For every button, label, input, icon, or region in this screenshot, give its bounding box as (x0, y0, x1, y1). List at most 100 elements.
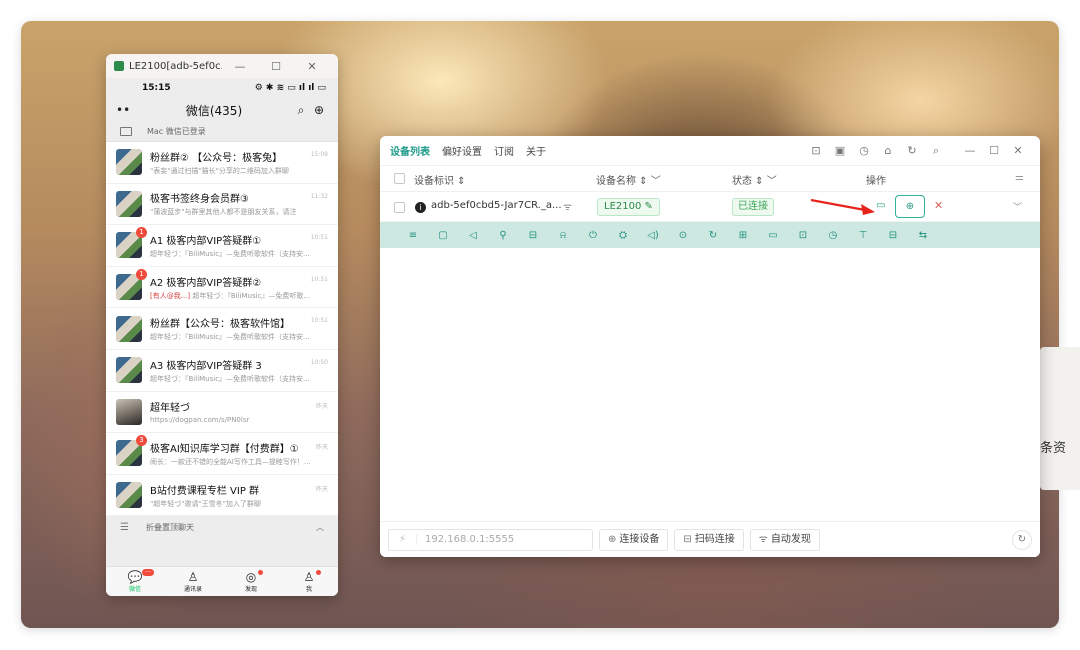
background-card: 条资 (1040, 347, 1080, 490)
row-checkbox[interactable] (394, 202, 405, 213)
search-icon[interactable]: ⌕ (292, 103, 310, 118)
app-switch-icon[interactable]: ⊟ (518, 230, 548, 241)
tab-preferences[interactable]: 偏好设置 (442, 143, 482, 158)
chat-preview: "表妄"通过扫描"猫长"分享的二维码加入群聊 (150, 166, 330, 176)
menu-icon[interactable]: ≡ (398, 230, 428, 241)
mac-login-banner[interactable]: Mac 微信已登录 (106, 122, 338, 142)
back-icon[interactable]: ◁ (458, 230, 488, 241)
button-label: 扫码连接 (694, 533, 735, 545)
select-all-checkbox[interactable] (394, 173, 405, 184)
col-device-name[interactable]: 设备名称 ⇕ ﹀ (596, 172, 661, 187)
refresh-icon[interactable]: ↻ (1012, 530, 1032, 550)
terminal-icon[interactable]: ▣ (828, 144, 852, 157)
input-icon[interactable]: ⊤ (848, 230, 878, 241)
device-name-tag[interactable]: LE2100 ✎ (597, 198, 660, 216)
tab-contacts[interactable]: ♙ 通讯录 (164, 567, 222, 596)
tab-chats[interactable]: 💬 微信 ··· (106, 567, 164, 596)
person-icon: ♙ (303, 570, 315, 584)
more-dots-icon[interactable]: •• (116, 103, 136, 117)
chat-time: 10:51 (310, 317, 328, 325)
screen-icon[interactable]: ⊡ (788, 230, 818, 241)
chat-text: 粉丝群【公众号：极客软件馆】 超年轻づ：『BiliMusic』—免费听歌软件（支持… (150, 315, 330, 342)
disconnect-icon[interactable]: ✕ (934, 199, 943, 212)
home-icon[interactable]: ⌂ (876, 144, 900, 157)
tab-about[interactable]: 关于 (526, 143, 546, 158)
column-settings-icon[interactable]: ⚌ (1015, 172, 1024, 183)
tab-discover[interactable]: ◎ 发现 (222, 567, 280, 596)
tab-label: 微信 (128, 586, 141, 593)
minimize-button[interactable]: — (222, 60, 258, 73)
list-item[interactable]: 1 A1 极客内部VIP答疑群① 超年轻づ：『BiliMusic』—免费听歌软件（支… (106, 225, 338, 267)
red-arrow-annotation (810, 199, 875, 215)
app-topbar: 设备列表 偏好设置 订阅 关于 ⊡ ▣ ◷ ⌂ ↻ ⌕ — ☐ ✕ (380, 136, 1040, 166)
list-item[interactable]: B站付费课程专栏 VIP 群 "超年轻づ"邀请"王雪冬"加入了群聊 昨天 (106, 475, 338, 517)
rotate-icon[interactable]: ⛭ (608, 230, 638, 241)
clock-icon[interactable]: ◷ (818, 230, 848, 241)
list-item[interactable]: A3 极客内部VIP答疑群 3 超年轻づ：『BiliMusic』—免费听歌软件（支… (106, 350, 338, 392)
mirror-screen-icon[interactable]: ▭ (876, 200, 885, 211)
chat-text: A1 极客内部VIP答疑群① 超年轻づ：『BiliMusic』—免费听歌软件（支持… (150, 232, 330, 259)
power-icon[interactable]: ⏻ (578, 230, 608, 241)
ip-input[interactable]: ⚡ 192.168.0.1:5555 (388, 528, 593, 551)
close-button[interactable]: ✕ (1006, 144, 1030, 157)
chat-time: 昨天 (315, 444, 328, 452)
lightning-icon: ⚡ (389, 534, 417, 545)
preview-text: "蒲波蓝步"与群里其他人都不是朋友关系，请注 (150, 208, 297, 217)
phone-mirror-window[interactable]: LE2100[adb-5ef0c... — ☐ ✕ 15:15 ⚙ ✱ ≋ ▭ … (106, 54, 338, 596)
refresh-icon[interactable]: ↻ (698, 230, 728, 241)
search-icon[interactable]: ⌕ (924, 144, 948, 158)
install-icon[interactable]: ⊞ (728, 230, 758, 241)
red-dot (258, 570, 263, 575)
screen: 条资 LE2100[adb-5ef0c... — ☐ ✕ 15:15 ⚙ ✱ ≋… (0, 0, 1080, 650)
col-device-id[interactable]: 设备标识 ⇕ (414, 172, 466, 187)
list-icon: ☰ (120, 521, 129, 533)
tab-devices[interactable]: 设备列表 (390, 143, 430, 158)
layout-icon[interactable]: ⊡ (804, 144, 828, 157)
swap-icon[interactable]: ⇆ (908, 230, 938, 241)
minimize-button[interactable]: — (958, 144, 982, 157)
refresh-icon[interactable]: ↻ (900, 144, 924, 157)
auto-discover-button[interactable]: ᯤ 自动发现 (749, 528, 820, 551)
maximize-button[interactable]: ☐ (982, 144, 1006, 157)
list-item[interactable]: 1 A2 极客内部VIP答疑群② [有人@我...] 超年轻づ：『BiliMusic… (106, 267, 338, 309)
avatar (116, 398, 142, 425)
list-item[interactable]: 超年轻づ https://dogpan.com/s/PN0lsr 昨天 (106, 392, 338, 434)
chat-name: 粉丝群【公众号：极客软件馆】 (150, 319, 290, 331)
tab-me[interactable]: ♙ 我 (280, 567, 338, 596)
list-item[interactable]: 粉丝群② 【公众号：极客兔】 "表妄"通过扫描"猫长"分享的二维码加入群聊 15:0… (106, 142, 338, 184)
compass-icon: ◎ (245, 570, 257, 584)
volume-icon[interactable]: ◁) (638, 230, 668, 241)
chevron-down-icon[interactable]: ﹀ (1013, 200, 1022, 213)
camera-icon[interactable]: ⊙ (668, 230, 698, 241)
qr-icon: ⊟ (683, 533, 692, 545)
add-icon[interactable]: ⊕ (310, 103, 328, 117)
list-item[interactable]: 3 极客AI知识库学习群【付费群】① 闹长：一款还不错的全能AI写作工具—提睦写作！… (106, 433, 338, 475)
phone-titlebar[interactable]: LE2100[adb-5ef0c... — ☐ ✕ (106, 54, 338, 78)
maximize-button[interactable]: ☐ (258, 60, 294, 73)
chevron-up-icon: ︿ (316, 522, 324, 532)
list-item[interactable]: 粉丝群【公众号：极客软件馆】 超年轻づ：『BiliMusic』—免费听歌软件（支持… (106, 308, 338, 350)
close-button[interactable]: ✕ (294, 60, 330, 73)
tab-subscribe[interactable]: 订阅 (494, 143, 514, 158)
chat-icon[interactable]: ⊟ (878, 230, 908, 241)
history-icon[interactable]: ◷ (852, 144, 876, 157)
device-id: adb-5ef0cbd5-Jar7CR._a... (431, 200, 562, 211)
chat-preview: "蒲波蓝步"与群里其他人都不是朋友关系，请注 (150, 207, 330, 217)
folded-pinned-chats[interactable]: ☰ 折叠置顶聊天 ︿ (106, 516, 338, 539)
chat-text: A3 极客内部VIP答疑群 3 超年轻づ：『BiliMusic』—免费听歌软件（支… (150, 357, 330, 384)
list-item[interactable]: 极客书签终身会员群③ "蒲波蓝步"与群里其他人都不是朋友关系，请注 11:32 (106, 184, 338, 226)
chat-list: 粉丝群② 【公众号：极客兔】 "表妄"通过扫描"猫长"分享的二维码加入群聊 15:0… (106, 142, 338, 517)
chat-time: 10:51 (310, 234, 328, 242)
bell-icon[interactable]: ⍾ (548, 230, 578, 241)
preview-text: 超年轻づ：『BiliMusic』—免费听歌... (190, 291, 311, 300)
scan-connect-button[interactable]: ⊟ 扫码连接 (674, 528, 744, 551)
home-icon[interactable]: ▢ (428, 230, 458, 241)
link-icon: ⊕ (608, 533, 617, 545)
chat-preview: 超年轻づ：『BiliMusic』—免费听歌软件（支持安... (150, 374, 330, 384)
col-status[interactable]: 状态 ⇕ ﹀ (732, 172, 777, 187)
notification-icon[interactable]: ⚲ (488, 230, 518, 241)
connect-device-button[interactable]: ⊕ 连接设备 (599, 528, 669, 551)
add-action-button[interactable]: ⊕ (895, 195, 925, 218)
table-row[interactable]: i adb-5ef0cbd5-Jar7CR._a... ᯤ LE2100 ✎ 已… (380, 192, 1040, 222)
folder-icon[interactable]: ▭ (758, 230, 788, 241)
